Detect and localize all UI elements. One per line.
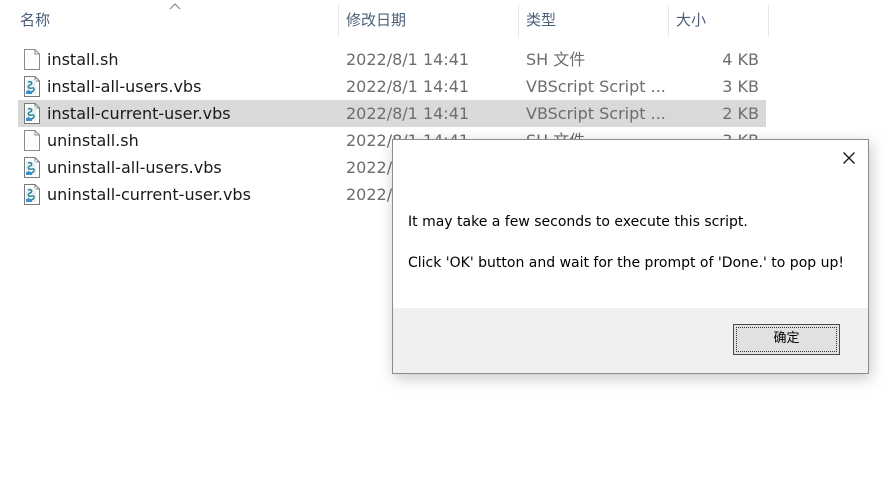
file-size: 3 KB (722, 77, 759, 96)
column-header-name[interactable]: 名称 (20, 0, 50, 40)
file-size: 2 KB (722, 104, 759, 123)
dialog-message-line-1: It may take a few seconds to execute thi… (408, 214, 748, 230)
file-type: VBScript Script ... (526, 104, 666, 123)
file-name: install.sh (47, 50, 119, 69)
dialog-footer: 确定 (393, 308, 868, 373)
file-name: uninstall-all-users.vbs (47, 158, 222, 177)
column-divider[interactable] (338, 5, 339, 37)
file-explorer: 名称 修改日期 类型 大小 install.sh 2022/8/1 14:41 … (0, 0, 893, 486)
file-date: 2022/8/1 14:41 (346, 104, 470, 123)
ok-button[interactable]: 确定 (733, 324, 840, 355)
column-divider[interactable] (518, 5, 519, 37)
file-type: VBScript Script ... (526, 77, 666, 96)
file-name: uninstall.sh (47, 131, 139, 150)
message-dialog: It may take a few seconds to execute thi… (392, 139, 869, 374)
dialog-body: It may take a few seconds to execute thi… (393, 140, 868, 308)
column-divider[interactable] (768, 5, 769, 37)
file-name: install-current-user.vbs (47, 104, 231, 123)
file-size: 4 KB (722, 50, 759, 69)
vbscript-file-icon (24, 157, 40, 178)
close-icon[interactable] (842, 151, 856, 165)
file-name: uninstall-current-user.vbs (47, 185, 251, 204)
blank-file-icon (24, 130, 40, 151)
column-header-row: 名称 修改日期 类型 大小 (0, 0, 893, 40)
file-row-selected[interactable]: install-current-user.vbs 2022/8/1 14:41 … (18, 100, 766, 127)
file-date: 2022/8/1 14:41 (346, 77, 470, 96)
file-type: SH 文件 (526, 50, 586, 69)
vbscript-file-icon (24, 103, 40, 124)
file-date: 2022/8/1 14:41 (346, 50, 470, 69)
column-header-size[interactable]: 大小 (676, 0, 706, 40)
column-header-type[interactable]: 类型 (526, 0, 556, 40)
blank-file-icon (24, 49, 40, 70)
column-header-date[interactable]: 修改日期 (346, 0, 406, 40)
ok-button-label: 确定 (773, 331, 800, 346)
file-name: install-all-users.vbs (47, 77, 202, 96)
file-row[interactable]: install.sh 2022/8/1 14:41 SH 文件 4 KB (18, 46, 766, 73)
file-row[interactable]: install-all-users.vbs 2022/8/1 14:41 VBS… (18, 73, 766, 100)
dialog-message-line-2: Click 'OK' button and wait for the promp… (408, 255, 844, 271)
vbscript-file-icon (24, 184, 40, 205)
column-divider[interactable] (668, 5, 669, 37)
vbscript-file-icon (24, 76, 40, 97)
sort-up-caret-icon (169, 3, 181, 10)
